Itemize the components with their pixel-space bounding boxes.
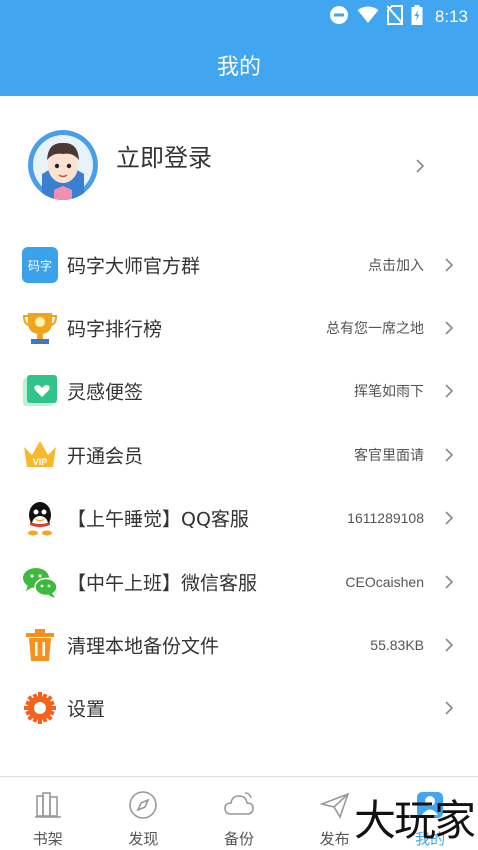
do-not-disturb-icon [329,5,349,29]
menu-label: 设置 [67,698,106,721]
menu-value: 客官里面请 [354,446,424,463]
nav-tab-backup[interactable]: 备份 [191,777,287,850]
menu-value: CEOcaishen [345,573,424,590]
avatar[interactable] [28,130,98,200]
nav-tab-discover[interactable]: 发现 [96,777,192,850]
status-bar: 8:13 [0,0,478,34]
vip-crown-icon: VIP [22,437,58,473]
chevron-right-icon [442,319,456,337]
menu-item-wechat-service[interactable]: 【中午上班】微信客服 CEOcaishen [0,550,478,613]
gear-icon [22,690,58,726]
menu-item-official-group[interactable]: 码字 码字大师官方群 点击加入 [0,233,478,296]
svg-text:VIP: VIP [33,457,48,467]
menu-value: 挥笔如雨下 [354,383,424,400]
qq-penguin-icon [22,500,58,536]
chevron-right-icon [414,158,426,178]
wifi-icon [357,6,379,28]
menu-value: 总有您一席之地 [326,320,424,337]
menu-label: 清理本地备份文件 [67,635,220,658]
menu-item-inspiration-notes[interactable]: 灵感便签 挥笔如雨下 [0,360,478,423]
menu-item-vip[interactable]: VIP 开通会员 客官里面请 [0,423,478,486]
nav-label: 书架 [32,830,63,848]
menu-label: 【上午睡觉】QQ客服 [67,508,249,531]
status-icons: 8:13 [329,5,468,29]
menu-item-settings[interactable]: 设置 [0,677,478,740]
menu-label: 开通会员 [67,445,144,468]
login-label[interactable]: 立即登录 [116,138,212,173]
menu-label: 【中午上班】微信客服 [67,572,258,595]
chevron-right-icon [442,573,456,591]
menu-item-ranking[interactable]: 码字排行榜 总有您一席之地 [0,296,478,359]
nav-label: 备份 [223,830,254,848]
menu-item-qq-service[interactable]: 【上午睡觉】QQ客服 1611289108 [0,487,478,550]
cloud-icon [223,789,255,821]
app-bar: 我的 [0,34,478,96]
chevron-right-icon [442,256,456,274]
menu-item-clear-backup[interactable]: 清理本地备份文件 55.83KB [0,613,478,676]
menu-label: 码字排行榜 [67,318,163,341]
chevron-right-icon [442,509,456,527]
status-time: 8:13 [434,7,468,26]
nav-tab-bookshelf[interactable]: 书架 [0,777,96,850]
chevron-right-icon [442,446,456,464]
menu-label: 码字大师官方群 [67,255,201,278]
nav-label: 发现 [128,830,159,848]
chevron-right-icon [442,636,456,654]
battery-icon [411,5,423,29]
trash-icon [22,627,58,663]
maxzi-badge-icon: 码字 [22,246,58,283]
sticky-note-heart-icon [22,373,58,409]
svg-text:码字: 码字 [28,258,52,273]
watermark-logo: 大玩家 [353,796,476,845]
menu-value: 1611289108 [347,510,424,527]
menu-value: 55.83KB [370,637,424,654]
trophy-icon [22,310,58,346]
menu-value: 点击加入 [368,256,424,273]
nav-label: 发布 [319,830,350,848]
profile-login-row[interactable]: 立即登录 [0,96,478,230]
chevron-right-icon [442,699,456,717]
no-sim-icon [386,5,404,29]
page-title: 我的 [216,55,261,80]
wechat-icon [22,564,58,600]
send-icon [319,789,351,821]
menu-label: 灵感便签 [67,381,144,404]
settings-menu: 码字 码字大师官方群 点击加入 码字排行榜 总有您一席之地 灵感便签 挥笔如雨下… [0,233,478,740]
chevron-right-icon [442,382,456,400]
compass-icon [127,789,159,821]
bookshelf-icon [32,789,64,821]
